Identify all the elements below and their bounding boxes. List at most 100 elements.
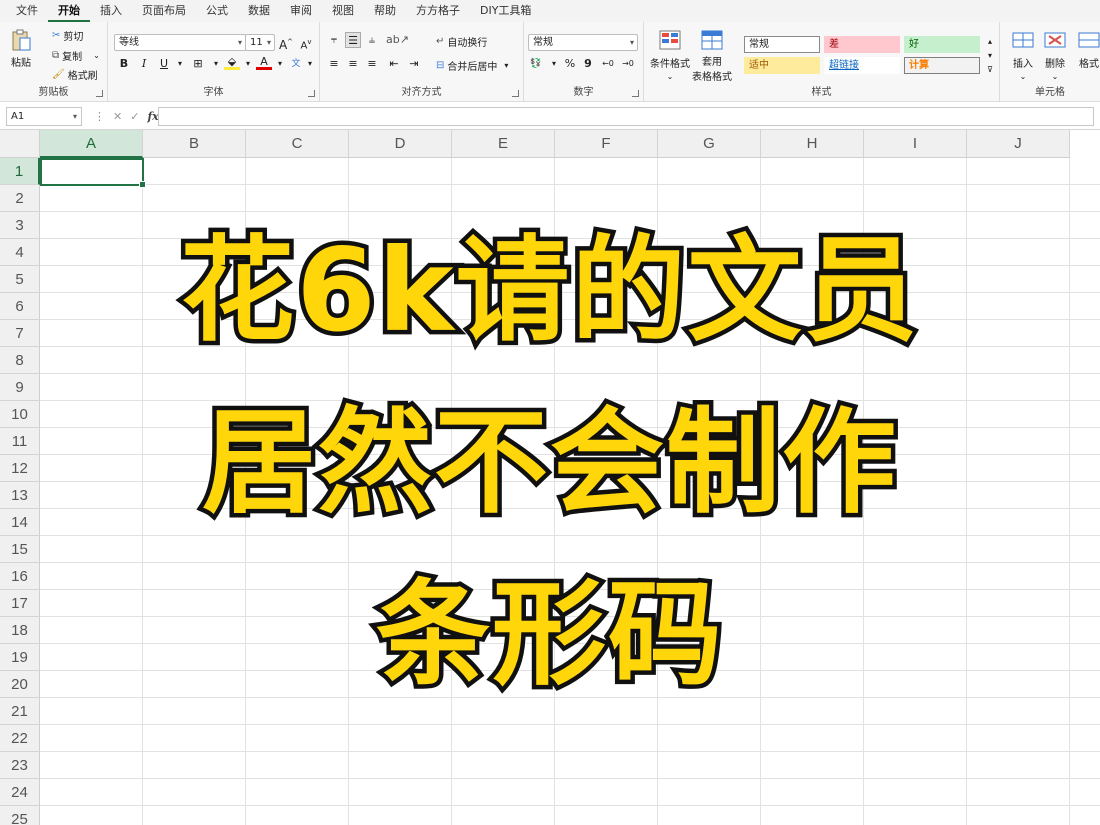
decrease-decimal-button[interactable]: →0 [620, 56, 636, 72]
align-middle-button[interactable]: ☰ [345, 32, 361, 48]
grow-font-button[interactable]: A^ [278, 34, 294, 52]
font-group: 等线 ▾ 11 ▾ A^ Av B I U ▾ ⊞ ▾ ⬙ ▾ A ▾ 文 ▾ 字体 [108, 22, 320, 102]
chevron-down-icon[interactable]: ▾ [546, 56, 562, 72]
align-center-button[interactable]: ≡ [345, 56, 361, 72]
chevron-down-icon[interactable]: ▾ [302, 56, 318, 72]
paste-button[interactable]: 粘贴 [10, 28, 32, 69]
column-header[interactable]: F [555, 130, 658, 158]
column-header[interactable]: C [246, 130, 349, 158]
copy-label: 复制 [62, 52, 83, 63]
increase-decimal-button[interactable]: ←0 [600, 56, 616, 72]
menu-tab[interactable]: 开始 [48, 0, 90, 22]
underline-button[interactable]: U [156, 56, 172, 72]
menu-tab[interactable]: 方方格子 [406, 0, 470, 22]
conditional-format-icon [659, 30, 681, 53]
menu-tab[interactable]: 视图 [322, 0, 364, 22]
clipboard-group-label: 剪贴板 [38, 87, 69, 98]
fill-color-button[interactable]: ⬙ [224, 56, 240, 70]
accounting-format-button[interactable]: 💱 [528, 56, 544, 72]
font-size-select[interactable]: 11 ▾ [245, 34, 275, 51]
font-name-select[interactable]: 等线 ▾ [114, 34, 246, 51]
merge-center-button[interactable]: ⊟ 合并后居中 ▾ [436, 58, 508, 73]
format-cells-button[interactable]: 格式 [1078, 30, 1100, 70]
dialog-launcher-icon[interactable] [308, 90, 315, 97]
row-header[interactable]: 24 [0, 779, 40, 806]
menu-tab[interactable]: 文件 [6, 0, 48, 22]
decrease-indent-button[interactable]: ⇤ [386, 56, 402, 72]
dialog-launcher-icon[interactable] [512, 90, 519, 97]
font-color-button[interactable]: A [256, 56, 272, 70]
cell-style-option[interactable]: 好 [904, 36, 980, 53]
menu-tab[interactable]: 公式 [196, 0, 238, 22]
wrap-text-button[interactable]: ↵ 自动换行 [436, 34, 487, 49]
cut-button[interactable]: ✂ 剪切 [52, 28, 83, 43]
align-right-icon: ≡ [367, 57, 377, 70]
align-bottom-button[interactable]: ⫨ [364, 32, 380, 48]
chevron-down-icon[interactable]: ▾ [240, 56, 256, 72]
enter-icon[interactable]: ✓ [130, 110, 139, 123]
menu-tab[interactable]: 页面布局 [132, 0, 196, 22]
comma-style-button[interactable]: 9 [580, 56, 596, 72]
name-box-value: A1 [11, 111, 25, 122]
orientation-button[interactable]: ab↗ [386, 32, 409, 48]
number-group-label: 数字 [573, 87, 594, 98]
column-header[interactable]: B [143, 130, 246, 158]
cell-style-option[interactable]: 差 [824, 36, 900, 53]
menu-tab[interactable]: 数据 [238, 0, 280, 22]
cell-style-option[interactable]: 超链接 [824, 57, 900, 74]
copy-button[interactable]: ⧉ 复制 ⌄ [52, 48, 100, 63]
chevron-down-icon: ⌄ [1051, 72, 1059, 81]
formula-input[interactable] [158, 107, 1094, 126]
dialog-launcher-icon[interactable] [96, 90, 103, 97]
align-left-button[interactable]: ≡ [326, 56, 342, 72]
column-header[interactable]: E [452, 130, 555, 158]
align-center-icon: ≡ [348, 57, 358, 70]
more-icon: ⋮ [94, 110, 105, 123]
align-right-button[interactable]: ≡ [364, 56, 380, 72]
menu-tab[interactable]: 审阅 [280, 0, 322, 22]
formula-buttons: ⋮ ✕ ✓ fx [90, 107, 159, 126]
column-header[interactable]: G [658, 130, 761, 158]
cell-style-option[interactable]: 计算 [904, 57, 980, 74]
column-header[interactable]: H [761, 130, 864, 158]
italic-button[interactable]: I [136, 56, 152, 72]
percent-button[interactable]: % [562, 56, 578, 72]
menu-tab[interactable]: DIY工具箱 [470, 0, 541, 22]
insert-button[interactable]: 插入 ⌄ [1012, 30, 1034, 81]
cell-style-option[interactable]: 适中 [744, 57, 820, 74]
column-header[interactable]: D [349, 130, 452, 158]
chevron-down-icon[interactable]: ▾ [172, 56, 188, 72]
paste-icon [10, 28, 32, 52]
chevron-down-icon[interactable]: ▾ [272, 56, 288, 72]
select-all-corner[interactable] [0, 130, 40, 158]
number-format-select[interactable]: 常规 ▾ [528, 34, 638, 51]
delete-button[interactable]: 删除 ⌄ [1044, 30, 1066, 81]
cell-style-option[interactable]: 常规 [744, 36, 820, 53]
column-header[interactable]: A [40, 130, 143, 158]
format-painter-label: 格式刷 [67, 71, 98, 82]
cancel-icon[interactable]: ✕ [113, 110, 122, 123]
chevron-down-icon[interactable]: ▾ [208, 56, 224, 72]
menu-tab[interactable]: 插入 [90, 0, 132, 22]
bold-button[interactable]: B [116, 56, 132, 72]
increase-indent-button[interactable]: ⇥ [406, 56, 422, 72]
gallery-more-icon[interactable]: ⊽ [982, 62, 998, 78]
column-header[interactable]: I [864, 130, 967, 158]
align-top-button[interactable]: ⫧ [326, 32, 342, 48]
active-cell-a1[interactable] [40, 158, 146, 188]
format-as-table-button[interactable]: 套用 表格格式 [692, 30, 732, 83]
borders-button[interactable]: ⊞ [190, 56, 206, 72]
format-painter-button[interactable]: 🖌 格式刷 [52, 67, 98, 82]
shrink-font-button[interactable]: Av [298, 34, 314, 51]
conditional-format-button[interactable]: 条件格式 ⌄ [650, 30, 690, 81]
column-header[interactable]: J [967, 130, 1070, 158]
dialog-launcher-icon[interactable] [632, 90, 639, 97]
menu-tab[interactable]: 帮助 [364, 0, 406, 22]
name-box[interactable]: A1 ▾ [6, 107, 82, 126]
row-header[interactable]: 1 [0, 158, 40, 185]
row-header[interactable]: 22 [0, 725, 40, 752]
font-name-value: 等线 [119, 37, 139, 48]
cells-group-label: 单元格 [1035, 87, 1065, 98]
row-header[interactable]: 25 [0, 806, 40, 825]
row-header[interactable]: 23 [0, 752, 40, 779]
